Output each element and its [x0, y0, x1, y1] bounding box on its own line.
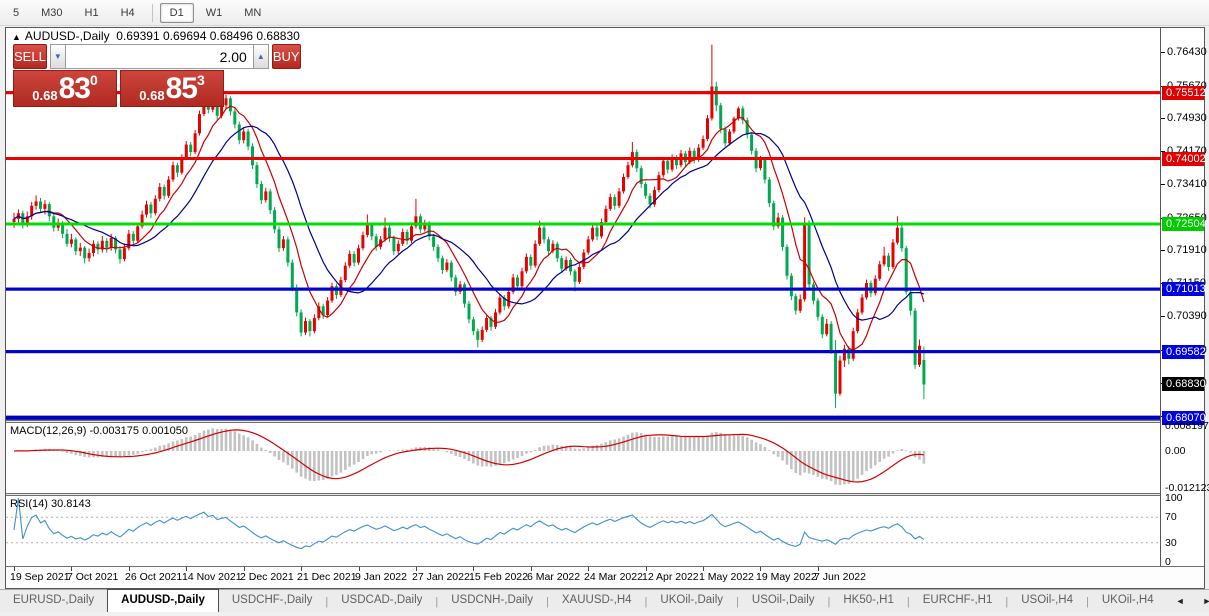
timeframe-button-m30[interactable]: M30 [31, 3, 72, 23]
macd-pane[interactable]: MACD(12,26,9) -0.003175 0.001050 [6, 423, 1160, 493]
axis-tick-mark [1161, 316, 1165, 317]
volume-decrease-icon[interactable]: ▼ [50, 44, 66, 69]
date-axis[interactable]: 19 Sep 20217 Oct 2021 26 Oct 202114 Nov 2… [6, 566, 1204, 588]
chart-tab-ukoil-h4[interactable]: UKOil-,H4 [1089, 591, 1167, 612]
date-tick-label: 15 Feb 2022 [469, 571, 528, 583]
price-axis: 0.764300.756700.749300.741700.734100.726… [1161, 28, 1204, 566]
chart-tab-ukoil-daily[interactable]: UKOil-,Daily [647, 591, 736, 612]
one-click-trade-panel: SELL ▼ ▲ BUY 0.68 83 0 0.68 85 3 [13, 44, 225, 107]
axis-tick-mark [1161, 52, 1165, 53]
ask-price-pip: 3 [197, 73, 205, 87]
chart-tab-usdchf-daily[interactable]: USDCHF-,Daily [219, 591, 326, 612]
chart-tab-eurchf-h1[interactable]: EURCHF-,H1 [910, 591, 1006, 612]
chart-tab-usdcnh-daily[interactable]: USDCNH-,Daily [438, 591, 546, 612]
bid-price-pip: 0 [90, 73, 98, 87]
chart-tab-usdcad-daily[interactable]: USDCAD-,Daily [328, 591, 435, 612]
ask-price-box[interactable]: 0.68 85 3 [120, 70, 224, 107]
timeframe-button-mn[interactable]: MN [234, 3, 271, 23]
scroll-left-icon[interactable]: ◄ [1167, 596, 1194, 606]
volume-increase-icon[interactable]: ▲ [253, 44, 269, 69]
main-chart-pane[interactable]: ▲ AUDUSD-,Daily 0.69391 0.69694 0.68496 0… [6, 28, 1160, 420]
chart-tab-eurusd-daily[interactable]: EURUSD-,Daily [0, 591, 107, 612]
date-tick-label: 2 Dec 2021 [240, 571, 294, 583]
date-tick-label: 24 Mar 2022 [584, 571, 643, 583]
price-tick: 0.74930 [1161, 112, 1207, 124]
rsi-axis-label: 30 [1165, 537, 1177, 549]
date-tick-label: 1 May 2022 [699, 571, 754, 583]
bid-price-box[interactable]: 0.68 83 0 [13, 70, 117, 107]
volume-stepper: ▼ ▲ [50, 44, 269, 69]
macd-label: MACD(12,26,9) -0.003175 0.001050 [10, 425, 188, 437]
sell-button[interactable]: SELL [13, 44, 47, 69]
macd-axis-label: 0.00 [1165, 445, 1185, 457]
volume-input[interactable] [66, 44, 253, 69]
price-tick: 0.73410 [1161, 178, 1207, 190]
axis-tick-mark [1161, 118, 1165, 119]
chart-tab-usoil-h4[interactable]: USOil-,H4 [1008, 591, 1086, 612]
chart-symbol-label: AUDUSD-,Daily [25, 29, 110, 43]
axis-tick-mark [1161, 250, 1165, 251]
date-tick-label: 6 Mar 2022 [527, 571, 580, 583]
ask-price-main: 85 [166, 75, 197, 103]
date-tick-label: 21 Dec 2021 [297, 571, 357, 583]
price-tick: 0.76430 [1161, 46, 1207, 58]
rsi-axis-label: 100 [1165, 492, 1183, 504]
rsi-axis-label: 70 [1165, 511, 1177, 523]
chart-window: ▲ AUDUSD-,Daily 0.69391 0.69694 0.68496 0… [5, 27, 1205, 589]
date-tick-label: 12 Apr 2022 [642, 571, 699, 583]
level-price-badge: 0.72504 [1162, 217, 1204, 231]
chart-title: ▲ AUDUSD-,Daily 0.69391 0.69694 0.68496 0… [12, 29, 300, 43]
chart-tab-xauusd-h4[interactable]: XAUUSD-,H4 [549, 591, 645, 612]
macd-axis-label: 0.008197 [1165, 420, 1209, 432]
date-tick-label: 7 Oct 2021 [67, 571, 118, 583]
timeframe-button-5[interactable]: 5 [3, 3, 29, 23]
date-tick-label: 19 Sep 2021 [10, 571, 70, 583]
level-price-badge: 0.75512 [1162, 86, 1204, 100]
date-tick-label: 14 Nov 2021 [182, 571, 242, 583]
chart-ohlc-values: 0.69391 0.69694 0.68496 0.68830 [116, 29, 300, 43]
current-price-badge: 0.68830 [1162, 377, 1204, 391]
level-price-badge: 0.74002 [1162, 152, 1204, 166]
chart-tab-usoil-daily[interactable]: USOil-,Daily [739, 591, 828, 612]
timeframe-button-h1[interactable]: H1 [75, 3, 109, 23]
timeframe-toolbar: 5M30H1H4 D1W1MN [0, 0, 1209, 26]
chart-tab-hk50-h1[interactable]: HK50-,H1 [830, 591, 907, 612]
buy-button[interactable]: BUY [272, 44, 301, 69]
axis-tick-mark [1161, 184, 1165, 185]
scroll-right-icon[interactable]: ► [1194, 596, 1209, 606]
level-price-badge: 0.71013 [1162, 282, 1204, 296]
timeframe-button-w1[interactable]: W1 [196, 3, 233, 23]
bid-price-prefix: 0.68 [32, 88, 57, 103]
date-tick-label: 7 Jun 2022 [814, 571, 866, 583]
price-tick: 0.70390 [1161, 310, 1207, 322]
timeframe-button-d1[interactable]: D1 [160, 3, 194, 23]
bid-price-main: 83 [59, 75, 90, 103]
chart-tab-audusd-daily[interactable]: AUDUSD-,Daily [107, 589, 219, 612]
date-tick-label: 19 May 2022 [756, 571, 817, 583]
collapse-icon[interactable]: ▲ [12, 32, 21, 42]
status-strip [0, 612, 1209, 616]
rsi-plot[interactable] [6, 496, 1160, 566]
level-price-badge: 0.69582 [1162, 345, 1204, 359]
tab-scroll-controls: ◄► [1167, 590, 1209, 612]
ask-price-prefix: 0.68 [139, 88, 164, 103]
date-tick-label: 26 Oct 2021 [125, 571, 182, 583]
chart-tab-bar: EURUSD-,DailyAUDUSD-,DailyUSDCHF-,Daily|… [0, 589, 1209, 612]
date-tick-label: 27 Jan 2022 [412, 571, 470, 583]
timeframe-button-h4[interactable]: H4 [111, 3, 145, 23]
rsi-pane[interactable]: RSI(14) 30.8143 [6, 496, 1160, 566]
toolbar-separator [152, 4, 153, 22]
price-tick: 0.71910 [1161, 244, 1207, 256]
rsi-label: RSI(14) 30.8143 [10, 498, 91, 510]
date-tick-label: 9 Jan 2022 [355, 571, 407, 583]
